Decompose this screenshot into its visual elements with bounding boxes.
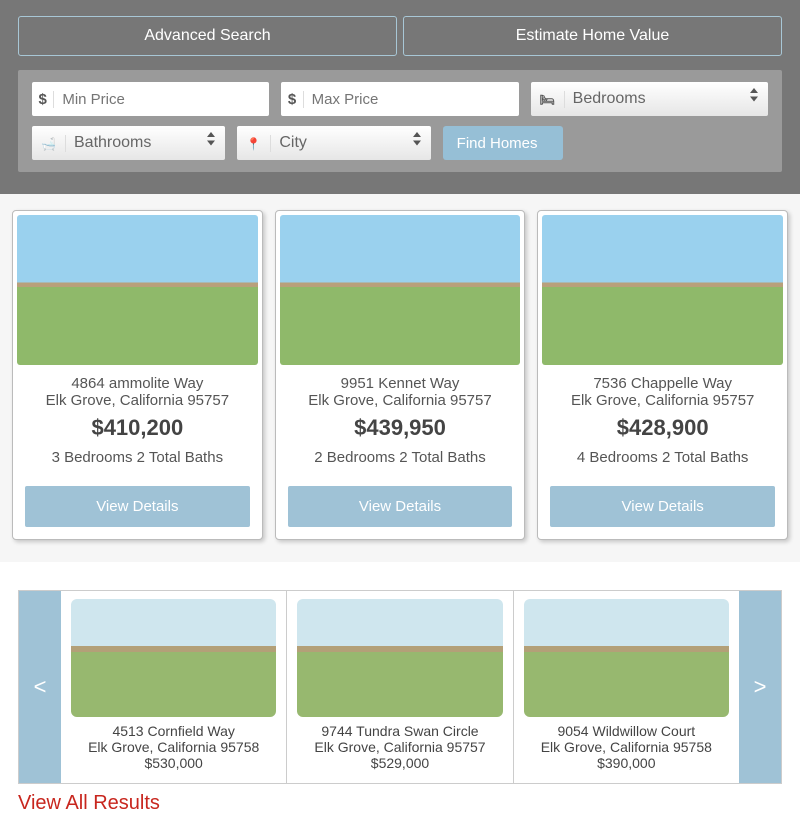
slide-address-line2: Elk Grove, California 95758 (71, 739, 276, 755)
slide-image (297, 599, 502, 717)
listing-image[interactable] (17, 215, 258, 365)
related-listings: < 4513 Cornfield Way Elk Grove, Californ… (0, 590, 800, 815)
search-panel: Advanced Search Estimate Home Value Bedr… (0, 0, 800, 194)
listing-address-line1: 4864 ammolite Way (25, 375, 250, 392)
carousel-prev-button[interactable]: < (19, 591, 61, 783)
view-details-button[interactable]: View Details (25, 486, 250, 527)
listing-cards: Active 4864 ammolite Way Elk Grove, Cali… (0, 194, 800, 562)
view-details-button[interactable]: View Details (550, 486, 775, 527)
listing-price: $428,900 (550, 415, 775, 441)
slide-address-line2: Elk Grove, California 95758 (524, 739, 729, 755)
slide-address-line2: Elk Grove, California 95757 (297, 739, 502, 755)
carousel-slide[interactable]: 4513 Cornfield Way Elk Grove, California… (61, 591, 287, 783)
city-label: City (271, 134, 307, 152)
min-price-input[interactable] (54, 82, 269, 116)
listing-card: Active 4864 ammolite Way Elk Grove, Cali… (12, 210, 263, 540)
listing-address-line1: 7536 Chappelle Way (550, 375, 775, 392)
view-details-button[interactable]: View Details (288, 486, 513, 527)
listing-beds-baths: 4 Bedrooms 2 Total Baths (550, 449, 775, 466)
listing-card: Active 7536 Chappelle Way Elk Grove, Cal… (537, 210, 788, 540)
bathrooms-select[interactable]: Bathrooms (32, 126, 225, 160)
listing-card: Active 9951 Kennet Way Elk Grove, Califo… (275, 210, 526, 540)
slide-image (71, 599, 276, 717)
listing-price: $410,200 (25, 415, 250, 441)
tab-advanced-search[interactable]: Advanced Search (18, 16, 397, 56)
slide-price: $390,000 (524, 755, 729, 771)
slide-address-line1: 4513 Cornfield Way (71, 723, 276, 739)
filter-box: Bedrooms Bathrooms City Find Homes (18, 70, 782, 172)
city-select[interactable]: City (237, 126, 430, 160)
dollar-icon (281, 91, 303, 108)
pin-icon (237, 135, 271, 152)
bathrooms-label: Bathrooms (66, 134, 151, 152)
slide-address-line1: 9744 Tundra Swan Circle (297, 723, 502, 739)
slide-image (524, 599, 729, 717)
listing-price: $439,950 (288, 415, 513, 441)
listing-image[interactable] (542, 215, 783, 365)
view-all-results-link[interactable]: View All Results (18, 792, 782, 815)
carousel-next-button[interactable]: > (739, 591, 781, 783)
listing-address-line2: Elk Grove, California 95757 (550, 392, 775, 409)
search-tabs: Advanced Search Estimate Home Value (18, 16, 782, 56)
listing-beds-baths: 3 Bedrooms 2 Total Baths (25, 449, 250, 466)
max-price-input[interactable] (304, 82, 519, 116)
slide-price: $529,000 (297, 755, 502, 771)
listing-beds-baths: 2 Bedrooms 2 Total Baths (288, 449, 513, 466)
bedrooms-label: Bedrooms (565, 90, 646, 108)
listing-address-line1: 9951 Kennet Way (288, 375, 513, 392)
carousel-slide[interactable]: 9054 Wildwillow Court Elk Grove, Califor… (514, 591, 739, 783)
min-price-field[interactable] (32, 82, 269, 116)
max-price-field[interactable] (281, 82, 518, 116)
slide-price: $530,000 (71, 755, 276, 771)
dollar-icon (32, 91, 54, 108)
bath-icon (32, 135, 66, 152)
listing-address-line2: Elk Grove, California 95757 (288, 392, 513, 409)
find-homes-button[interactable]: Find Homes (443, 126, 563, 160)
slide-address-line1: 9054 Wildwillow Court (524, 723, 729, 739)
listing-image[interactable] (280, 215, 521, 365)
bed-icon (531, 91, 565, 108)
listing-address-line2: Elk Grove, California 95757 (25, 392, 250, 409)
carousel-slide[interactable]: 9744 Tundra Swan Circle Elk Grove, Calif… (287, 591, 513, 783)
bedrooms-select[interactable]: Bedrooms (531, 82, 768, 116)
tab-estimate-value[interactable]: Estimate Home Value (403, 16, 782, 56)
